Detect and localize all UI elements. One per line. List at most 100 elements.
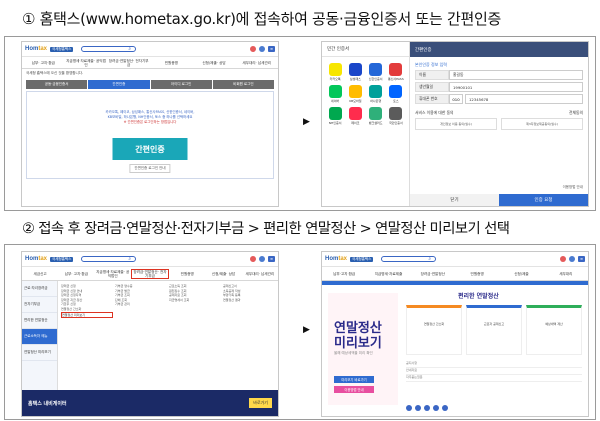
menu-item-yearend-highlighted[interactable]: 장려금·연말정산· 전자기부금 xyxy=(130,268,170,279)
promo-subtitle: 올해 예상세액을 미리 확인 xyxy=(334,351,373,355)
phone-label: 휴대폰 번호 xyxy=(415,94,449,104)
provider-nh[interactable]: NH인증서 xyxy=(326,107,344,125)
nh-icon xyxy=(328,107,342,120)
menu-item[interactable]: 지급명세·자료제출· 공익법인 xyxy=(65,59,108,67)
quick-icon[interactable] xyxy=(406,405,412,411)
sidebar-item[interactable]: 전자기부금 xyxy=(22,297,57,313)
sidebar-item[interactable]: 근로·자녀장려금 xyxy=(22,281,57,297)
bell-icon[interactable] xyxy=(569,256,576,262)
search-icon[interactable]: ⌕ xyxy=(428,256,431,262)
provider-hana[interactable]: 하나은행 xyxy=(367,85,385,103)
menu-item[interactable]: 납부· 고지·환급 xyxy=(22,61,65,65)
preview-go-button[interactable]: 미리보기 바로가기 xyxy=(334,376,374,383)
samsungpass-icon xyxy=(348,63,362,76)
list-item[interactable]: 기부금 관리 xyxy=(115,302,167,307)
consent-privacy[interactable]: 개인정보 이용 동의(필수) xyxy=(415,118,497,130)
tab-simple-auth[interactable]: 간편인증 xyxy=(88,80,150,89)
sidebar-item[interactable]: 편리한 연말정산 xyxy=(22,313,57,329)
usage-guide-link[interactable]: 이용방법 안내 xyxy=(563,185,583,190)
main-menu: 납부· 고지·환급 지급명세·자료제출· 공익법인 장려금·연말정산· 전자기부… xyxy=(22,57,278,69)
provider-kakao[interactable]: 카카오톡 xyxy=(326,63,344,81)
list-item[interactable]: 연말정산 결과 xyxy=(223,298,275,303)
provider-kb[interactable]: KB모바일 xyxy=(346,85,364,103)
menu-item[interactable]: 신청/제출· 상담 xyxy=(193,61,236,65)
toss-icon xyxy=(389,85,403,98)
menu-item[interactable]: 납부· 고지·환급 xyxy=(58,272,94,276)
list-item[interactable]: 공지사항 xyxy=(406,361,582,368)
tab-id-login[interactable]: 아이디 로그인 xyxy=(150,80,212,89)
quick-icon[interactable] xyxy=(433,405,439,411)
menu-item[interactable]: 납부·고지·환급 xyxy=(322,272,366,276)
banksalad-icon xyxy=(369,107,383,120)
menu-button[interactable]: ≡ xyxy=(268,46,275,52)
list-item[interactable]: 안내자료 xyxy=(406,368,582,375)
search-icon[interactable]: ⌕ xyxy=(128,256,131,262)
search-icon[interactable]: ⌕ xyxy=(128,46,131,52)
tab-guest-login[interactable]: 비회원 로그인 xyxy=(212,80,274,89)
name-field[interactable]: 홍길동 xyxy=(449,70,583,80)
auth-hint: 카카오톡, 페이코, 삼성패스, 통신사PASS, 신한인증서, 네이버, KB모… xyxy=(105,110,195,119)
birth-field[interactable]: 19900101 xyxy=(449,82,583,92)
provider-naver[interactable]: 네이버 xyxy=(326,85,344,103)
menu-item[interactable]: 민원증명 xyxy=(169,272,205,276)
hometax-logo[interactable]: Homtax xyxy=(325,256,347,262)
menu-item[interactable]: 신청/제출· 상담 xyxy=(205,272,241,276)
hometax-login-screen: Homtax 국세청홈택스 ⌕ ≡ 납부· 고지·환급 지급명세·자료제출· 공… xyxy=(21,41,279,207)
menu-item[interactable]: 지급명세·자료제출 xyxy=(366,272,410,276)
menu-item[interactable]: 민원증명 xyxy=(455,272,499,276)
phone-field[interactable]: 12345678 xyxy=(465,94,583,104)
menu-item[interactable]: 세무대리· 납세관리 xyxy=(235,61,278,65)
quick-icon[interactable] xyxy=(415,405,421,411)
phone-prefix-select[interactable]: 010 xyxy=(449,94,463,104)
banner-title: 홈택스 내비게이터 xyxy=(28,400,67,407)
sidebar-item[interactable]: 연말정산 미리보기 xyxy=(22,345,57,361)
provider-pass[interactable]: 통신사PASS xyxy=(387,63,405,81)
provider-samsungpass[interactable]: 삼성패스 xyxy=(346,63,364,81)
menu-item[interactable]: 지급명세·자료제출· 공익법인 xyxy=(95,270,131,278)
menu-item[interactable]: 세금신고 xyxy=(22,272,58,276)
simple-auth-popup: 민간 인증서 카카오톡 삼성패스 신한인증서 통신사PASS 네이버 KB모바일… xyxy=(321,41,589,207)
simple-auth-button[interactable]: 간편인증 xyxy=(112,138,188,160)
kb-icon xyxy=(348,85,362,98)
provider-payco[interactable]: 페이코 xyxy=(346,107,364,125)
menu-item[interactable]: 신청/제출 xyxy=(499,272,543,276)
provider-banksalad[interactable]: 뱅크샐러드 xyxy=(367,107,385,125)
provider-shinhan[interactable]: 신한인증서 xyxy=(367,63,385,81)
menu-item[interactable]: 세무대리· 납세관리 xyxy=(242,272,278,276)
list-item[interactable]: 자주묻는질문 xyxy=(406,375,582,382)
service-card[interactable]: 근로자 공제신고 xyxy=(466,305,522,355)
user-icon[interactable] xyxy=(250,256,257,262)
simple-auth-guide-button[interactable]: 간편인증 로그인 안내 xyxy=(129,164,171,173)
menu-button[interactable]: ≡ xyxy=(268,256,275,262)
site-header: Homtax 국세청홈택스 ⌕ ≡ xyxy=(322,252,588,267)
user-icon[interactable] xyxy=(250,46,257,52)
welcome-notice: 국세청 홈택스에 오신 것을 환영합니다. xyxy=(26,71,84,75)
close-button[interactable]: 닫기 xyxy=(410,194,499,206)
submenu-column: 기부금 영수증 기부금 발급 기부금 조회 단체 조회 기부금 관리 xyxy=(115,284,167,402)
provider-kookmin[interactable]: 국민인증서 xyxy=(387,107,405,125)
sidebar-item-selected[interactable]: 근로소득자 메뉴 xyxy=(22,329,57,345)
menu-button[interactable]: ≡ xyxy=(578,256,585,262)
service-card[interactable]: 예상세액 계산 xyxy=(526,305,582,355)
yearend-preview-link[interactable]: 연말정산 미리보기 xyxy=(61,311,113,319)
quick-icon[interactable] xyxy=(442,405,448,411)
consent-all-checkbox[interactable]: 전체동의 xyxy=(569,110,583,116)
list-item[interactable]: 지급명세서 조회 xyxy=(169,298,221,303)
preview-guide-button[interactable]: 이용방법 안내 xyxy=(334,386,374,393)
menu-item[interactable]: 민원증명 xyxy=(150,61,193,65)
tab-certificate[interactable]: 공동·금융인증서 xyxy=(26,80,88,89)
quick-icon[interactable] xyxy=(424,405,430,411)
consent-thirdparty[interactable]: 제3자정보제공동의(필수) xyxy=(501,118,583,130)
provider-toss[interactable]: 토스 xyxy=(387,85,405,103)
hometax-logo[interactable]: Homtax xyxy=(25,46,47,52)
menu-item[interactable]: 장려금·연말정산 xyxy=(411,272,455,276)
hometax-logo[interactable]: Homtax xyxy=(25,256,47,262)
bell-icon[interactable] xyxy=(259,46,266,52)
bell-icon[interactable] xyxy=(259,256,266,262)
auth-request-button[interactable]: 인증 요청 xyxy=(499,194,588,206)
user-icon[interactable] xyxy=(560,256,567,262)
service-card[interactable]: 연말정산 간소화 xyxy=(406,305,462,355)
menu-item[interactable]: 장려금·연말정산· 전자기부금 xyxy=(107,59,150,67)
banner-button[interactable]: 바로가기 xyxy=(249,398,272,408)
menu-item[interactable]: 세무대리 xyxy=(544,272,588,276)
